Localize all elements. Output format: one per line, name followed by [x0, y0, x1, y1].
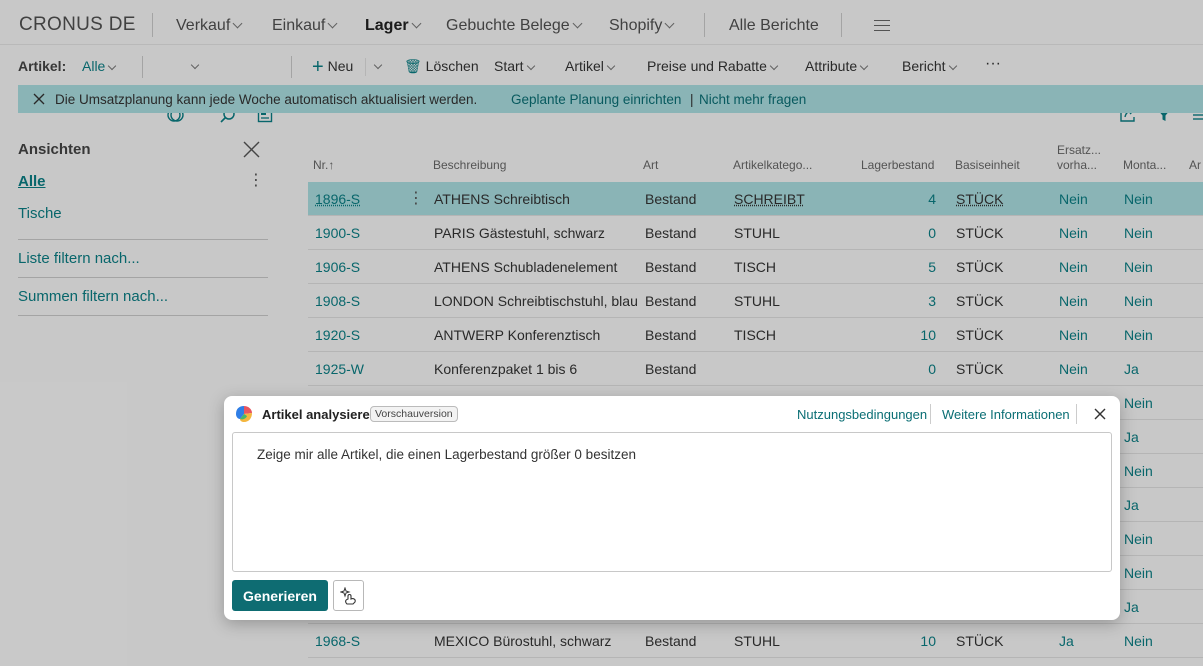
terms-of-use-link[interactable]: Nutzungsbedingungen [797, 407, 927, 422]
more-information-link[interactable]: Weitere Informationen [942, 407, 1070, 422]
preview-badge: Vorschauversion [370, 406, 458, 422]
analyze-items-dialog: Artikel analysieren Vorschauversion Nutz… [224, 396, 1120, 620]
copilot-icon [236, 406, 252, 422]
sparkle-prompt-icon [340, 587, 356, 605]
prompt-suggestions-button[interactable] [333, 580, 364, 611]
dialog-divider [930, 404, 931, 424]
generate-button[interactable]: Generieren [232, 580, 328, 611]
prompt-input[interactable]: Zeige mir alle Artikel, die einen Lagerb… [232, 432, 1112, 572]
prompt-text[interactable]: Zeige mir alle Artikel, die einen Lagerb… [257, 447, 636, 462]
dialog-divider [1076, 404, 1077, 424]
close-icon[interactable] [1094, 408, 1106, 420]
dialog-title: Artikel analysieren [262, 407, 378, 422]
